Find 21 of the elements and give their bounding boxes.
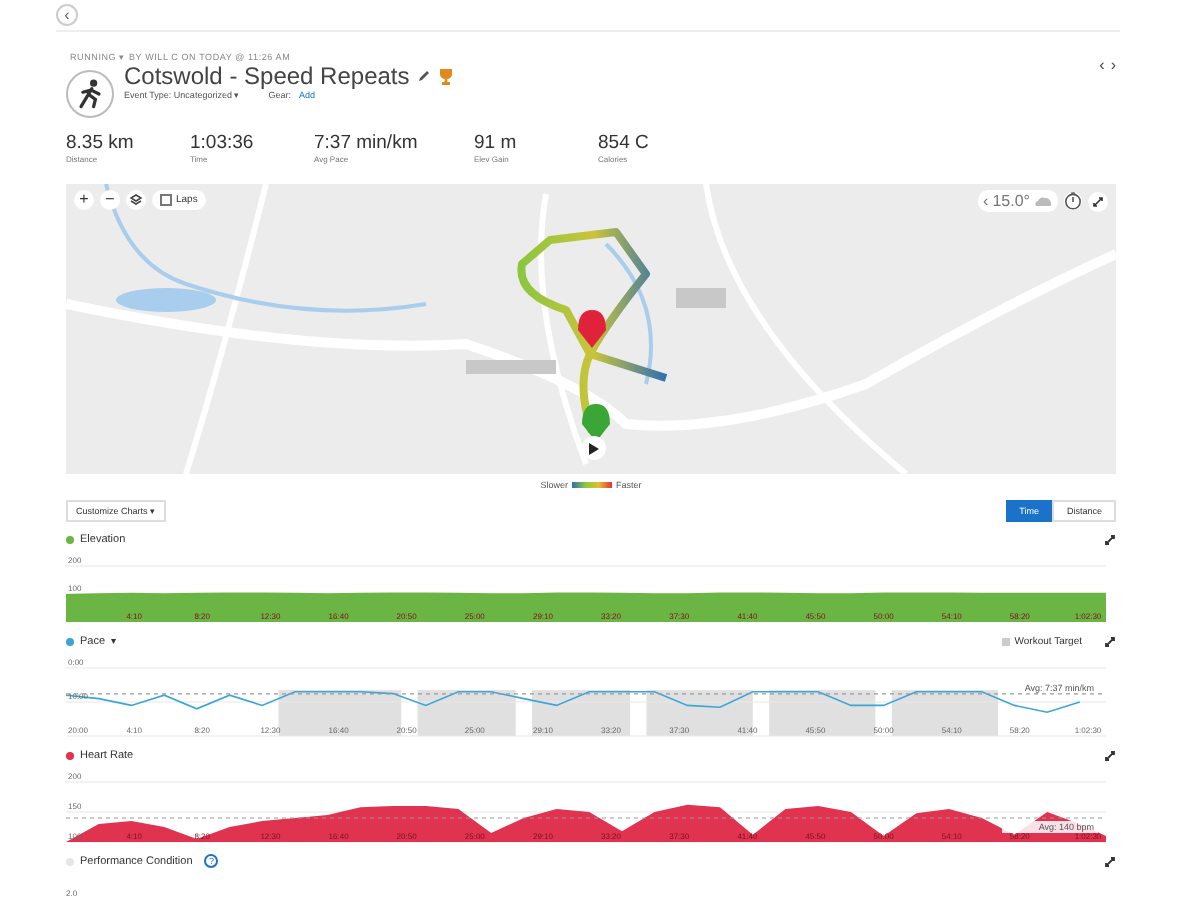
stat-value: 7:37 min/km	[314, 132, 420, 154]
expand-icon[interactable]	[1104, 855, 1116, 867]
trophy-icon	[437, 67, 454, 85]
next-button[interactable]: ›	[1110, 56, 1116, 74]
stat-value: 91 m	[474, 132, 519, 154]
stat-value: 854 C	[598, 132, 651, 154]
pencil-icon[interactable]	[417, 70, 430, 82]
back-button[interactable]: ‹	[56, 4, 78, 26]
cloud-icon	[1034, 196, 1052, 206]
stat-value: 1:03:36	[190, 132, 256, 154]
activity-title: Cotswold - Speed Repeats	[124, 62, 410, 90]
expand-icon[interactable]	[1104, 635, 1116, 647]
temperature: 15.0°	[992, 192, 1030, 210]
runner-icon	[66, 70, 114, 118]
expand-icon[interactable]	[1104, 749, 1116, 761]
expand-icon[interactable]	[1104, 533, 1116, 545]
previous-button[interactable]: ‹	[1099, 56, 1105, 74]
weather-previous-button[interactable]: ‹	[983, 192, 989, 210]
play-icon[interactable]	[588, 441, 600, 455]
stat-value: 8.35 km	[66, 132, 136, 154]
pace-color-scale	[572, 481, 612, 487]
